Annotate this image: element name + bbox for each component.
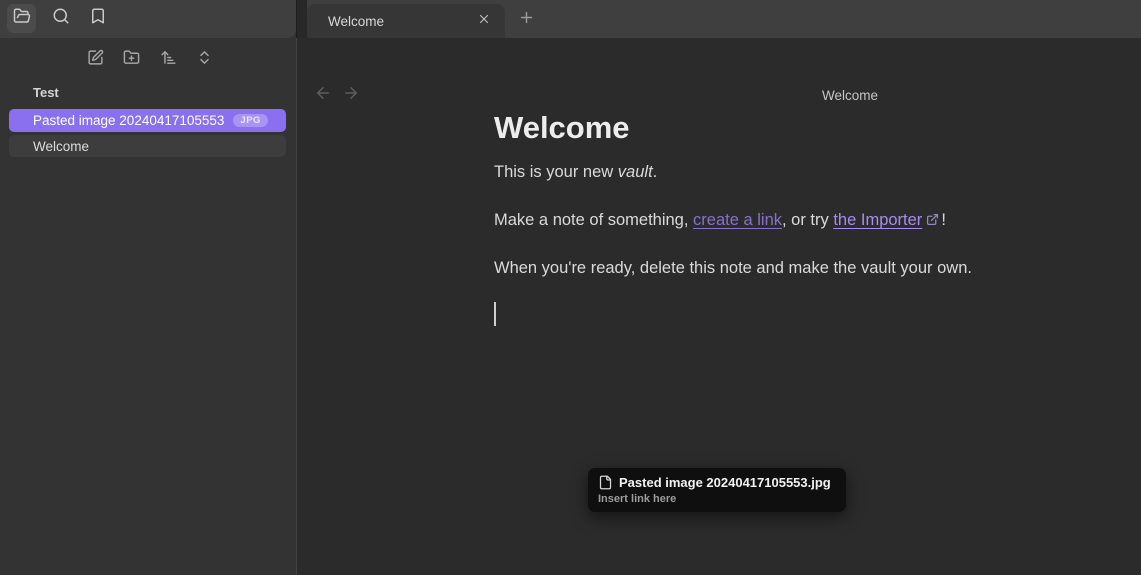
new-folder-button[interactable] [119,47,145,73]
file-icon [598,475,613,490]
tab-welcome[interactable]: Welcome [307,4,505,38]
bookmark-icon [89,7,107,30]
view-header-title: Welcome [822,88,878,103]
text: ! [941,211,946,229]
tab-close-button[interactable] [475,12,493,30]
external-link-icon[interactable] [926,209,939,222]
new-tab-button[interactable] [516,10,536,30]
navigate-forward-button[interactable] [341,86,360,105]
file-extension-badge: JPG [233,114,268,128]
files-ribbon-button[interactable] [7,4,36,33]
text: , or try [782,211,833,229]
file-name: Welcome [33,139,89,154]
note-paragraph-2: Make a note of something, create a link,… [494,208,946,232]
drag-tooltip-file: Pasted image 20240417105553.jpg [598,475,831,490]
new-folder-icon [123,49,140,71]
text: This is your new [494,163,618,181]
text-caret [494,302,496,326]
vault-name[interactable]: Test [33,85,59,100]
collapse-all-button[interactable] [192,47,218,73]
arrow-left-icon [314,84,332,107]
file-explorer-sidebar: Test Pasted image 20240417105553 JPG Wel… [0,0,296,575]
note-paragraph-3: When you're ready, delete this note and … [494,256,972,280]
new-note-button[interactable] [82,47,108,73]
plus-icon [518,9,535,31]
folder-open-icon [13,7,31,30]
explorer-toolbar [82,47,218,73]
obsidian-window: Test Pasted image 20240417105553 JPG Wel… [0,0,1141,575]
text: Make a note of something, [494,211,693,229]
tab-title: Welcome [328,14,384,29]
collapse-icon [196,49,213,71]
editor-pane: Welcome Welcome Welcome This is your new… [297,0,1141,575]
drag-tooltip-filename: Pasted image 20240417105553.jpg [619,475,831,490]
tab-bar-notch [297,0,307,38]
importer-link[interactable]: the Importer [833,211,922,229]
arrow-right-icon [342,84,360,107]
note-paragraph-1: This is your new vault. [494,160,657,184]
file-row-pasted-image[interactable]: Pasted image 20240417105553 JPG [9,109,286,132]
file-row-welcome[interactable]: Welcome [9,135,286,157]
view-header: Welcome [297,38,1141,76]
italic-text: vault [618,163,653,181]
new-note-icon [87,49,104,71]
sort-order-button[interactable] [155,47,181,73]
bookmarks-ribbon-button[interactable] [83,4,112,33]
drag-tooltip-hint: Insert link here [598,493,831,505]
tab-bar: Welcome [297,0,1141,38]
note-heading: Welcome [494,110,630,146]
file-name: Pasted image 20240417105553 [33,113,224,128]
x-icon [477,12,491,31]
navigate-back-button[interactable] [313,86,332,105]
text: . [653,163,658,181]
search-ribbon-button[interactable] [46,4,75,33]
sort-icon [160,49,177,71]
create-a-link-link[interactable]: create a link [693,211,782,229]
sidebar-ribbon [0,0,296,38]
drag-drop-tooltip: Pasted image 20240417105553.jpg Insert l… [588,468,846,512]
search-icon [52,7,70,30]
